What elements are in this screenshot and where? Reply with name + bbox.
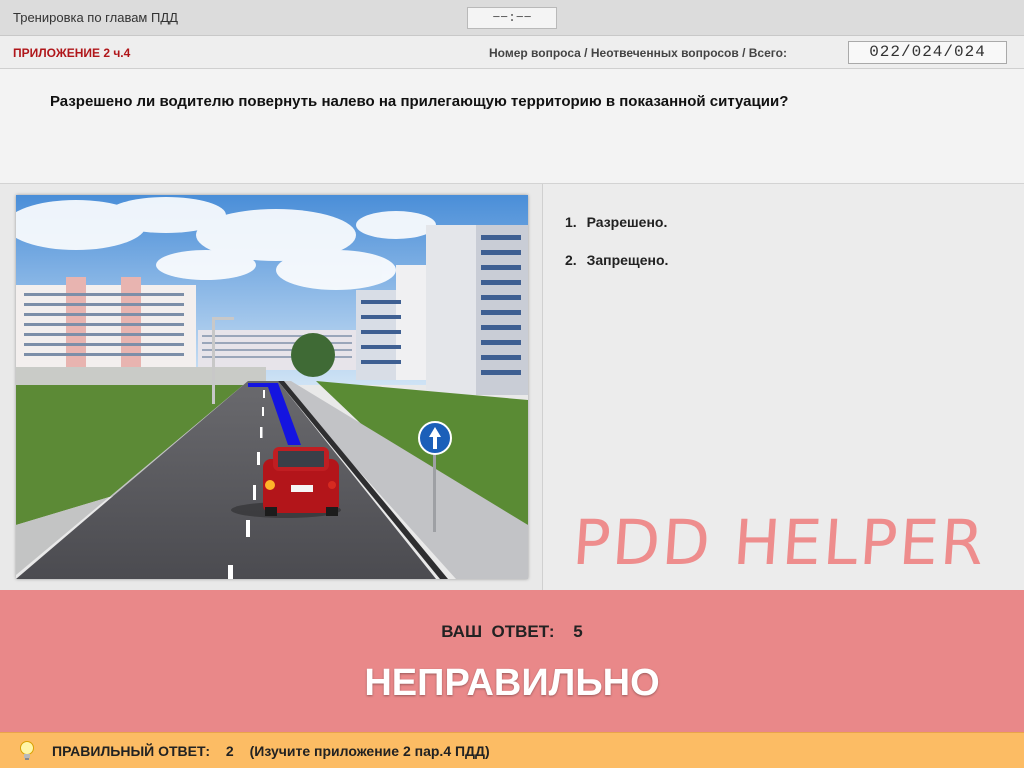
watermark-logo: PDD HELPER [570,506,989,579]
question-area: Разрешено ли водителю повернуть налево н… [0,69,1024,184]
info-bar: ПРИЛОЖЕНИЕ 2 ч.4 Номер вопроса / Неотвеч… [0,36,1024,69]
building-left [16,277,196,367]
correct-answer-text: ПРАВИЛЬНЫЙ ОТВЕТ: 2 (Изучите приложение … [52,743,490,759]
your-answer: ВАШ ОТВЕТ: 5 [0,622,1024,642]
correct-answer-label: ПРАВИЛЬНЫЙ ОТВЕТ: [52,743,211,759]
top-bar: Тренировка по главам ПДД −−:−− [0,0,1024,36]
answer-number: 2. [565,252,577,268]
timer-display: −−:−− [467,7,557,29]
question-text: Разрешено ли водителю повернуть налево н… [50,93,789,110]
verdict-label: НЕПРАВИЛЬНО [364,662,660,704]
image-panel [0,184,543,590]
light-bulb-icon [20,741,34,760]
question-image [16,195,528,579]
study-hint: (Изучите приложение 2 пар.4 ПДД) [249,743,490,759]
answers-panel: 1. Разрешено. 2. Запрещено. PDD HELPER [543,184,1024,590]
app-title: Тренировка по главам ПДД [13,10,178,25]
fence [16,367,266,385]
correct-answer-value: 2 [225,743,234,759]
answer-option-1[interactable]: 1. Разрешено. [565,214,667,230]
answer-number: 1. [565,214,577,230]
your-answer-label: ВАШ ОТВЕТ: [441,622,555,641]
chapter-label: ПРИЛОЖЕНИЕ 2 ч.4 [13,46,131,60]
your-answer-value: 5 [573,622,583,641]
question-counter-label: Номер вопроса / Неотвеченных вопросов / … [489,46,787,60]
answer-option-2[interactable]: 2. Запрещено. [565,252,668,268]
answer-label: Разрешено. [586,214,668,230]
tree [291,333,335,377]
result-band: ВАШ ОТВЕТ: 5 НЕПРАВИЛЬНО [0,590,1024,732]
correct-answer-bar: ПРАВИЛЬНЫЙ ОТВЕТ: 2 (Изучите приложение … [0,732,1024,768]
question-counter: 022/024/024 [848,41,1007,64]
answer-label: Запрещено. [586,252,669,268]
